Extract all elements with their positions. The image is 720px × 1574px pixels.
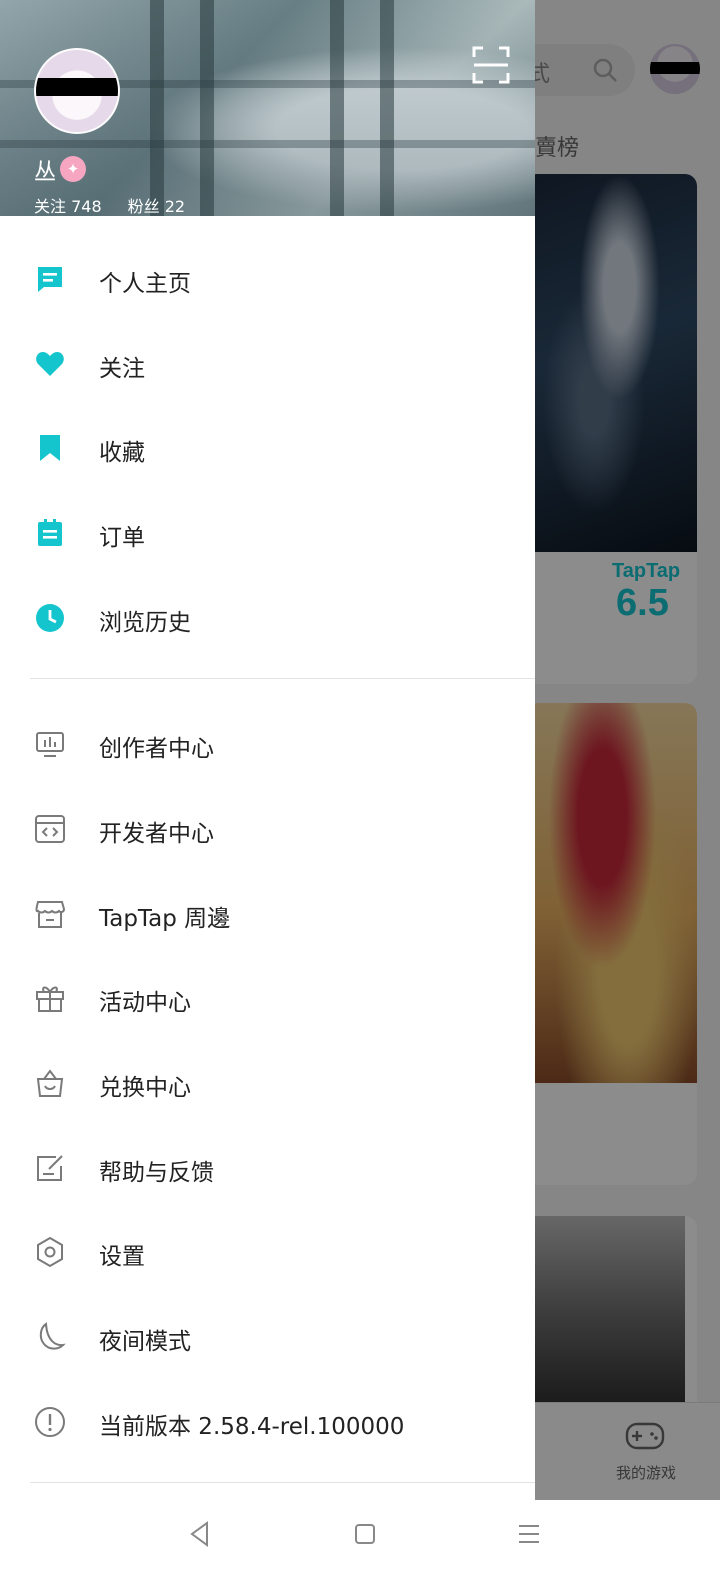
- menu-item-label: TapTap 周邊: [99, 906, 231, 932]
- menu-icon[interactable]: [509, 1514, 549, 1554]
- menu-divider: [30, 1482, 535, 1483]
- clock-icon: [36, 604, 64, 632]
- menu-item-label: 关注: [99, 356, 145, 382]
- user-name[interactable]: 丛: [34, 154, 56, 186]
- menu-item-night-mode[interactable]: 夜间模式: [0, 1295, 535, 1379]
- user-stats: 关注 748 粉丝 22: [34, 193, 211, 216]
- menu-item-label: 创作者中心: [99, 736, 214, 762]
- home-icon[interactable]: [345, 1514, 385, 1554]
- bookmark-icon: [40, 435, 60, 461]
- menu-item-label: 活动中心: [99, 990, 191, 1016]
- gift-icon: [36, 986, 64, 1012]
- menu-item-events[interactable]: 活动中心: [0, 956, 535, 1040]
- menu-item-redeem-center[interactable]: 兑换中心: [0, 1041, 535, 1125]
- creator-monitor-icon: [36, 732, 64, 757]
- menu-item-label: 浏览历史: [99, 610, 191, 636]
- menu-item-taptap-merch[interactable]: TapTap 周邊: [0, 872, 535, 956]
- menu-item-label: 夜间模式: [99, 1329, 191, 1355]
- menu-item-label: 设置: [99, 1244, 145, 1270]
- menu-item-orders[interactable]: 订单: [0, 491, 535, 575]
- avatar[interactable]: [34, 48, 120, 134]
- menu-item-label: 当前版本 2.58.4-rel.100000: [99, 1414, 405, 1440]
- moon-icon: [39, 1322, 66, 1350]
- menu-item-version[interactable]: 当前版本 2.58.4-rel.100000: [0, 1380, 535, 1464]
- settings-hex-icon: [37, 1236, 63, 1268]
- navigation-drawer: 丛 ✦ 关注 748 粉丝 22 个人主页 关注 收藏 订单 浏览历史 创作者中…: [0, 0, 535, 1500]
- menu-item-settings[interactable]: 设置: [0, 1210, 535, 1294]
- menu-item-label: 帮助与反馈: [99, 1160, 214, 1186]
- menu-item-label: 兑换中心: [99, 1075, 191, 1101]
- scan-icon[interactable]: [472, 46, 510, 84]
- menu-item-label: 收藏: [99, 440, 145, 466]
- following-count[interactable]: 关注 748: [34, 197, 102, 216]
- menu-item-label: 个人主页: [99, 271, 191, 297]
- code-window-icon: [35, 815, 65, 843]
- profile-card-icon: [38, 267, 62, 292]
- menu-item-profile[interactable]: 个人主页: [0, 237, 535, 321]
- info-icon: [35, 1407, 65, 1437]
- system-navigation-bar: [0, 1500, 720, 1574]
- menu-item-following[interactable]: 关注: [0, 322, 535, 406]
- edit-note-icon: [37, 1155, 63, 1181]
- menu-divider: [30, 678, 535, 679]
- shopping-bag-icon: [36, 1069, 64, 1097]
- profile-header[interactable]: 丛 ✦ 关注 748 粉丝 22: [0, 0, 535, 216]
- unicorn-badge-icon: ✦: [60, 156, 86, 182]
- menu-item-history[interactable]: 浏览历史: [0, 576, 535, 660]
- back-icon[interactable]: [180, 1514, 220, 1554]
- store-icon: [35, 901, 66, 928]
- menu-item-developer-center[interactable]: 开发者中心: [0, 787, 535, 871]
- menu-item-creator-center[interactable]: 创作者中心: [0, 702, 535, 786]
- heart-icon: [36, 352, 64, 376]
- menu-item-help-feedback[interactable]: 帮助与反馈: [0, 1126, 535, 1210]
- order-icon: [38, 519, 62, 546]
- menu-item-favorites[interactable]: 收藏: [0, 406, 535, 490]
- menu-item-label: 开发者中心: [99, 821, 214, 847]
- followers-count[interactable]: 粉丝 22: [128, 197, 185, 216]
- menu-item-label: 订单: [99, 525, 145, 551]
